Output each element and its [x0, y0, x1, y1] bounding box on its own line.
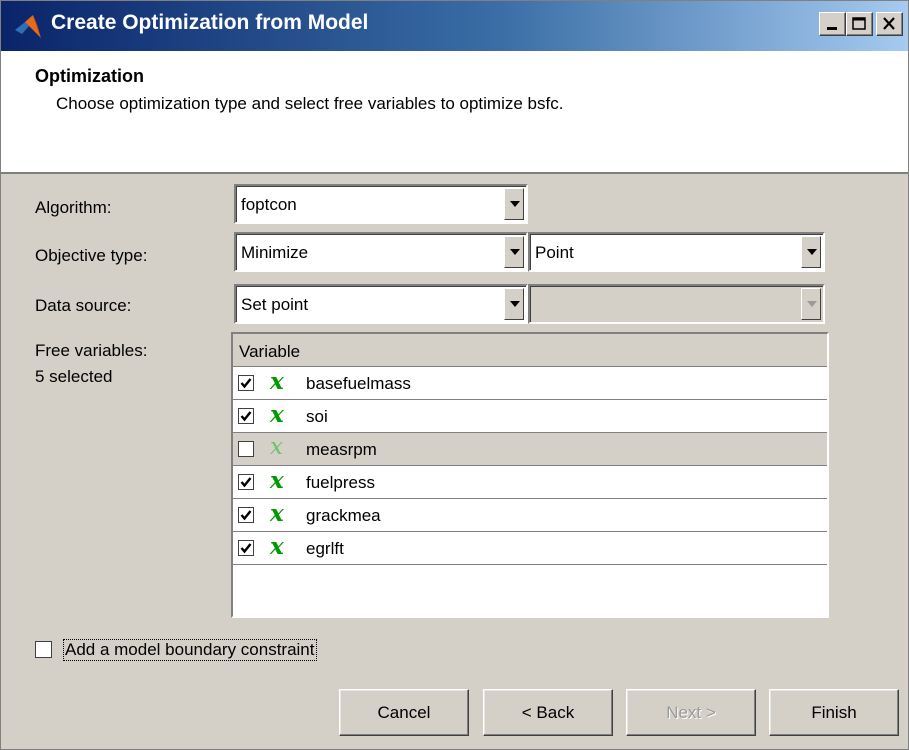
minimize-icon — [827, 27, 837, 30]
free-variables-count: 5 selected — [35, 367, 113, 386]
header-panel: Optimization Choose optimization type an… — [1, 51, 908, 174]
checkmark-icon — [240, 378, 252, 389]
chevron-down-icon — [510, 201, 520, 207]
cancel-button[interactable]: Cancel — [339, 689, 469, 736]
variable-name: egrlft — [306, 539, 344, 558]
data-source-label: Data source: — [35, 296, 132, 315]
table-row[interactable]: x basefuelmass — [233, 367, 827, 400]
variable-name: grackmea — [306, 506, 381, 525]
maximize-icon — [852, 17, 866, 30]
dialog-window: Create Optimization from Model Optimizat… — [0, 0, 909, 750]
objective-type-dropdown-button[interactable] — [504, 236, 524, 268]
data-source-select[interactable]: Set point — [234, 284, 528, 324]
objective-mode-value: Point — [535, 243, 574, 262]
chevron-down-icon — [510, 249, 520, 255]
checkmark-icon — [240, 477, 252, 488]
data-source-dropdown-button[interactable] — [504, 288, 524, 320]
matlab-logo-icon — [15, 15, 41, 38]
header-title: Optimization — [35, 66, 144, 86]
boundary-constraint-label[interactable]: Add a model boundary constraint — [63, 639, 317, 661]
window-title: Create Optimization from Model — [51, 11, 369, 34]
table-row[interactable]: x egrlft — [233, 532, 827, 565]
objective-mode-dropdown-button[interactable] — [801, 236, 821, 268]
boundary-constraint-checkbox[interactable] — [35, 641, 52, 658]
header-description: Choose optimization type and select free… — [56, 94, 564, 113]
algorithm-label: Algorithm: — [35, 198, 112, 217]
free-variables-label: Free variables: — [35, 341, 148, 360]
checkmark-icon — [240, 411, 252, 422]
variable-x-icon: x — [270, 368, 284, 395]
table-row[interactable]: x fuelpress — [233, 466, 827, 499]
variable-x-icon: x — [270, 467, 284, 494]
maximize-button[interactable] — [846, 12, 873, 36]
variable-name: soi — [306, 407, 328, 426]
variable-x-icon: x — [270, 500, 284, 527]
table-header[interactable]: Variable — [233, 334, 827, 367]
checkmark-icon — [240, 543, 252, 554]
close-icon — [883, 17, 895, 30]
back-button[interactable]: < Back — [483, 689, 613, 736]
chevron-down-icon — [807, 249, 817, 255]
variable-checkbox[interactable] — [238, 375, 254, 391]
variable-x-icon: x — [270, 533, 284, 560]
objective-type-select[interactable]: Minimize — [234, 232, 528, 272]
table-row[interactable]: x measrpm — [233, 433, 827, 466]
objective-type-value: Minimize — [241, 243, 309, 262]
variable-checkbox[interactable] — [238, 540, 254, 556]
objective-mode-select[interactable]: Point — [528, 232, 825, 272]
objective-type-label: Objective type: — [35, 246, 148, 265]
close-button[interactable] — [876, 12, 903, 36]
checkmark-icon — [240, 510, 252, 521]
data-source-secondary-select — [528, 284, 825, 324]
data-source-secondary-dropdown-button — [801, 288, 821, 320]
variable-checkbox[interactable] — [238, 507, 254, 523]
variable-x-icon: x — [270, 401, 284, 428]
variable-name: basefuelmass — [306, 374, 411, 393]
variable-checkbox[interactable] — [238, 408, 254, 424]
algorithm-dropdown-button[interactable] — [504, 188, 524, 220]
data-source-value: Set point — [241, 295, 309, 314]
free-variables-table[interactable]: Variable x basefuelmass x soi x measrpm — [231, 332, 829, 618]
title-bar[interactable]: Create Optimization from Model — [1, 1, 908, 51]
next-button: Next > — [626, 689, 756, 736]
chevron-down-icon — [510, 301, 520, 307]
chevron-down-icon — [807, 301, 817, 307]
table-row[interactable]: x soi — [233, 400, 827, 433]
table-row[interactable]: x grackmea — [233, 499, 827, 532]
variable-x-icon: x — [270, 434, 283, 460]
finish-button[interactable]: Finish — [769, 689, 899, 736]
variable-checkbox[interactable] — [238, 474, 254, 490]
column-header-variable: Variable — [239, 342, 301, 361]
variable-name: fuelpress — [306, 473, 375, 492]
variable-name: measrpm — [306, 440, 377, 459]
variable-checkbox[interactable] — [238, 441, 254, 457]
algorithm-value: foptcon — [241, 195, 297, 214]
algorithm-select[interactable]: foptcon — [234, 184, 528, 224]
minimize-button[interactable] — [819, 12, 846, 36]
